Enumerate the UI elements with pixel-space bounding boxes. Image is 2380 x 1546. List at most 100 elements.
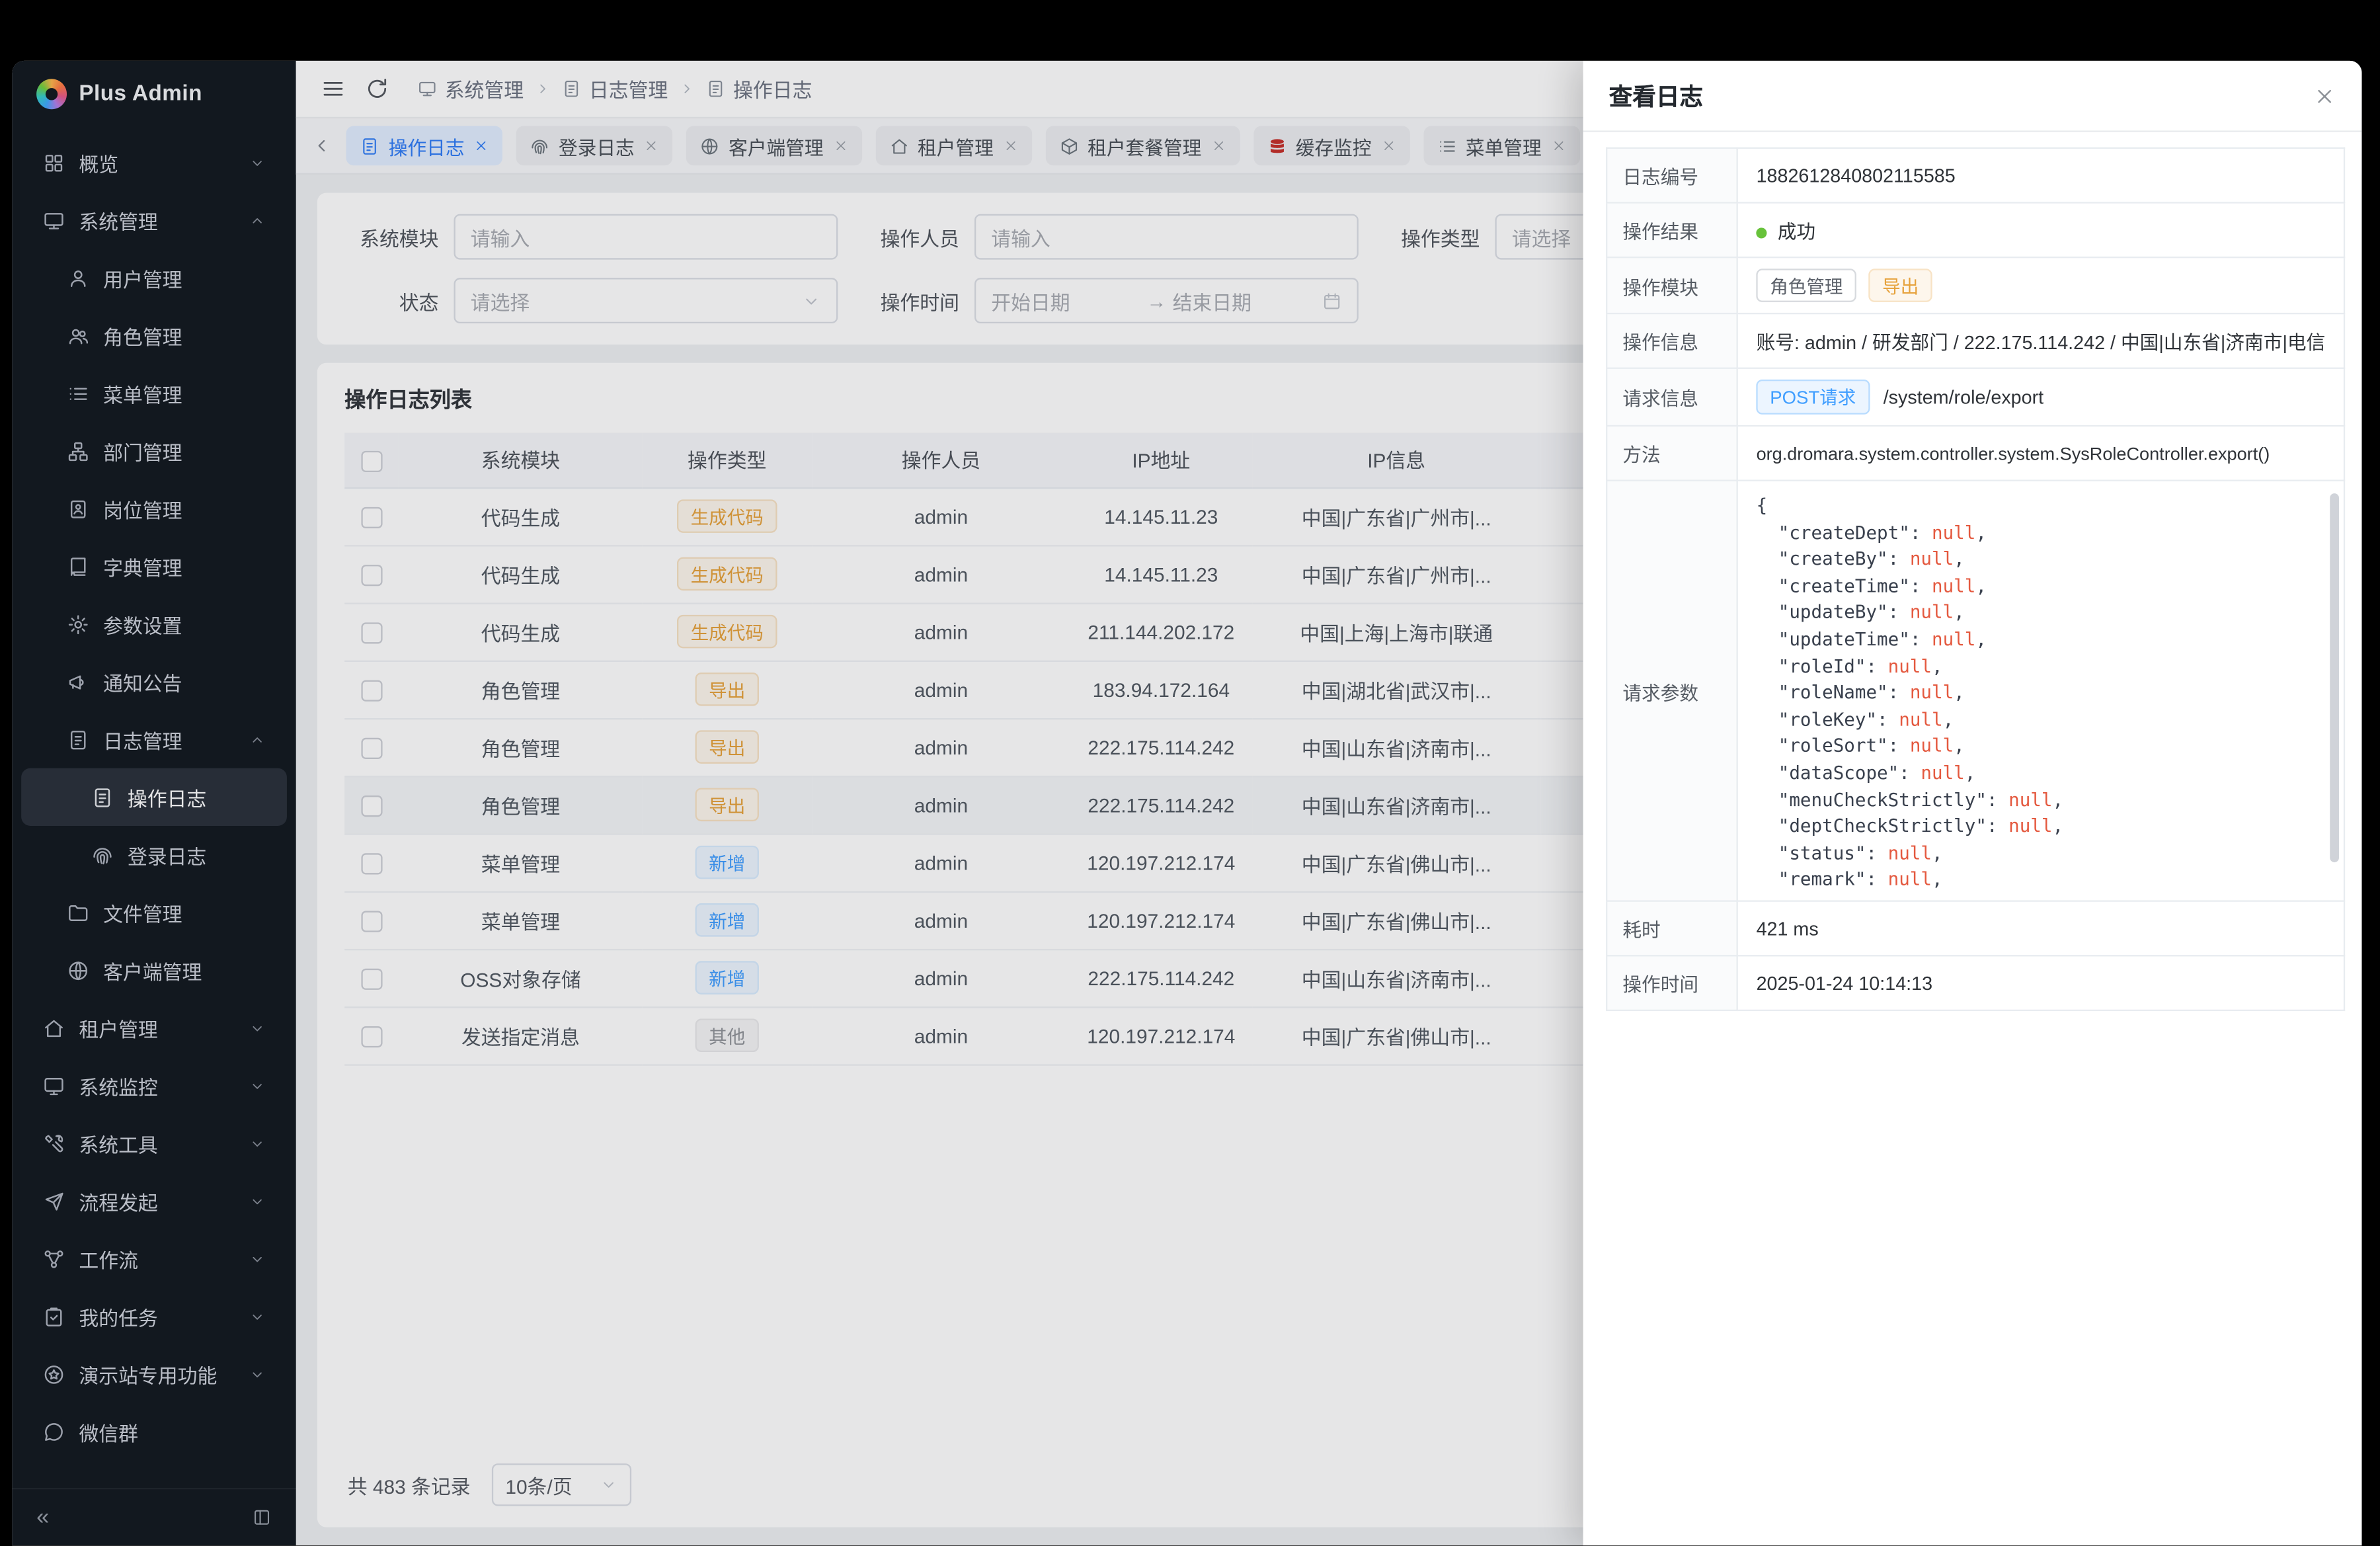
cell-ip: 222.175.114.242 (1070, 776, 1253, 833)
close-icon[interactable] (1003, 138, 1018, 153)
cell-ip-info: 中国|广东省|佛山市|... (1252, 1006, 1540, 1064)
row-checkbox[interactable] (361, 565, 382, 586)
module-tag: 角色管理 (1757, 268, 1857, 302)
sidebar-item-system-management[interactable]: 系统管理 (21, 191, 287, 249)
list-icon (67, 382, 89, 404)
cell-operator: admin (812, 949, 1070, 1006)
tab-login-log[interactable]: 登录日志 (516, 126, 673, 166)
sidebar-item-process-start[interactable]: 流程发起 (21, 1172, 287, 1229)
system-module-input[interactable]: 请输入 (454, 214, 838, 260)
sidebar-item-menu-management[interactable]: 菜单管理 (21, 364, 287, 422)
sidebar-item-user-management[interactable]: 用户管理 (21, 249, 287, 307)
tab-tenant-package-management[interactable]: 租户套餐管理 (1045, 126, 1240, 166)
star-icon (42, 1363, 65, 1385)
range-separator: → (1140, 289, 1172, 311)
refresh-icon[interactable] (364, 76, 390, 102)
request-info-value: POST请求/system/role/export (1737, 368, 2344, 426)
close-icon[interactable] (473, 138, 489, 153)
close-icon[interactable] (1380, 138, 1396, 153)
tab-cache-monitor[interactable]: 缓存监控 (1253, 126, 1409, 166)
sidebar-item-client-management[interactable]: 客户端管理 (21, 941, 287, 998)
close-icon[interactable] (1551, 138, 1566, 153)
input-placeholder: 请输入 (471, 222, 530, 251)
select-all-checkbox[interactable] (361, 450, 382, 471)
row-checkbox[interactable] (361, 968, 382, 989)
tab-tenant-management[interactable]: 租户管理 (875, 126, 1032, 166)
sidebar-item-log-management[interactable]: 日志管理 (21, 710, 287, 768)
send-icon (42, 1190, 65, 1212)
detail-label: 方法 (1606, 426, 1737, 481)
operation-time-range-picker[interactable]: 开始日期 → 结束日期 (974, 278, 1359, 323)
filter-label: 操作类型 (1386, 222, 1480, 251)
cell-ip-info: 中国|广东省|佛山市|... (1252, 833, 1540, 891)
sidebar-item-system-tools[interactable]: 系统工具 (21, 1114, 287, 1172)
sidebar-item-system-monitor[interactable]: 系统监控 (21, 1057, 287, 1114)
hamburger-icon[interactable] (320, 76, 346, 102)
cell-op-type: 生成代码 (642, 602, 812, 660)
cell-ip: 120.197.212.174 (1070, 1006, 1253, 1064)
sidebar-item-label: 我的任务 (79, 1302, 235, 1331)
row-checkbox[interactable] (361, 680, 382, 701)
cell-operator: admin (812, 891, 1070, 949)
sidebar-item-workflow[interactable]: 工作流 (21, 1230, 287, 1287)
layout-pin-icon[interactable] (252, 1508, 272, 1527)
row-checkbox[interactable] (361, 853, 382, 874)
sidebar-item-label: 岗位管理 (103, 494, 266, 523)
range-start-placeholder: 开始日期 (991, 286, 1140, 315)
sidebar-item-file-management[interactable]: 文件管理 (21, 883, 287, 941)
cell-module: 角色管理 (399, 718, 642, 776)
sidebar-item-notice-announcement[interactable]: 通知公告 (21, 653, 287, 710)
tabs-scroll-left-icon[interactable] (311, 135, 333, 156)
sidebar-item-parameter-settings[interactable]: 参数设置 (21, 595, 287, 653)
cell-operator: admin (812, 718, 1070, 776)
sidebar-item-login-log[interactable]: 登录日志 (21, 826, 287, 883)
sidebar-item-dict-management[interactable]: 字典管理 (21, 538, 287, 595)
sidebar-collapse-icon[interactable]: « (36, 1506, 49, 1529)
cell-operator: admin (812, 487, 1070, 545)
breadcrumb-label: 操作日志 (733, 74, 812, 103)
app-logo[interactable]: Plus Admin (12, 61, 296, 128)
sidebar-item-tenant-management[interactable]: 租户管理 (21, 999, 287, 1057)
header-checkbox-cell (344, 432, 399, 487)
row-checkbox[interactable] (361, 911, 382, 932)
breadcrumb-item[interactable]: 日志管理 (562, 74, 668, 103)
close-icon[interactable] (1210, 138, 1226, 153)
scrollbar-thumb[interactable] (2330, 493, 2339, 862)
chevron-right-icon (678, 81, 695, 97)
request-params-json[interactable]: { "createDept": null, "createBy": null, … (1738, 481, 2344, 901)
row-checkbox[interactable] (361, 507, 382, 528)
sidebar-item-role-management[interactable]: 角色管理 (21, 307, 287, 364)
sidebar-item-wechat-group[interactable]: 微信群 (21, 1403, 287, 1460)
row-checkbox[interactable] (361, 737, 382, 758)
tab-operation-log[interactable]: 操作日志 (346, 126, 502, 166)
sidebar-item-label: 用户管理 (103, 263, 266, 292)
chevron-down-icon (249, 1135, 266, 1151)
duration-value: 421 ms (1737, 901, 2344, 956)
sidebar-item-post-management[interactable]: 岗位管理 (21, 480, 287, 538)
close-icon[interactable] (2313, 84, 2336, 106)
log-detail-table: 日志编号 1882612840802115585 操作结果 成功 操作模块 角色… (1606, 147, 2345, 1011)
total-records: 共 483 条记录 (348, 1471, 471, 1500)
sidebar-item-department-management[interactable]: 部门管理 (21, 422, 287, 479)
tab-menu-management[interactable]: 菜单管理 (1423, 126, 1580, 166)
sidebar-item-operation-log[interactable]: 操作日志 (21, 768, 287, 826)
detail-row-info: 操作信息 账号: admin / 研发部门 / 222.175.114.242 … (1606, 313, 2344, 368)
close-icon[interactable] (644, 138, 659, 153)
row-checkbox[interactable] (361, 1026, 382, 1047)
sidebar-item-my-tasks[interactable]: 我的任务 (21, 1287, 287, 1345)
filter-label: 状态 (344, 286, 438, 315)
tab-client-management[interactable]: 客户端管理 (686, 126, 861, 166)
sidebar-item-label: 客户端管理 (103, 956, 266, 985)
close-icon[interactable] (832, 138, 848, 153)
row-checkbox[interactable] (361, 795, 382, 817)
breadcrumb-item[interactable]: 系统管理 (417, 74, 524, 103)
sidebar-item-demo-features[interactable]: 演示站专用功能 (21, 1345, 287, 1403)
operator-input[interactable]: 请输入 (974, 214, 1359, 260)
sidebar-item-label: 日志管理 (103, 725, 235, 754)
status-select[interactable]: 请选择 (454, 278, 838, 323)
screen: Plus Admin 概览系统管理用户管理角色管理菜单管理部门管理岗位管理字典管… (0, 0, 2380, 1546)
page-size-select[interactable]: 10条/页 (492, 1463, 631, 1506)
cell-operator: admin (812, 602, 1070, 660)
row-checkbox[interactable] (361, 622, 382, 643)
sidebar-item-overview[interactable]: 概览 (21, 134, 287, 191)
